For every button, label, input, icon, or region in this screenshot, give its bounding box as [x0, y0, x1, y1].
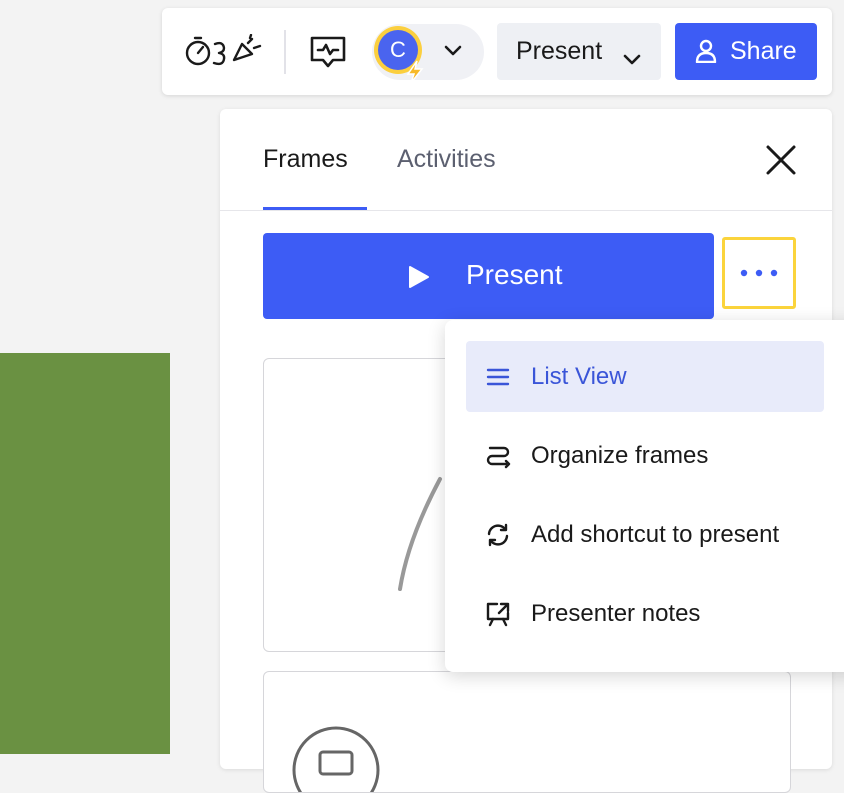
menu-item-organize-frames[interactable]: Organize frames [466, 420, 824, 491]
tab-activities[interactable]: Activities [397, 145, 496, 174]
menu-item-label: Organize frames [531, 442, 709, 469]
menu-item-label: List View [531, 363, 627, 390]
organize-icon [484, 442, 512, 470]
tabs-divider [220, 210, 832, 211]
present-dropdown-label: Present [516, 37, 603, 65]
more-options-button[interactable] [722, 237, 796, 309]
menu-item-list-view[interactable]: List View [466, 341, 824, 412]
share-button[interactable]: Share [675, 23, 817, 80]
play-icon [408, 264, 430, 288]
chevron-down-icon [623, 45, 641, 65]
menu-item-label: Presenter notes [531, 600, 701, 627]
tab-frames[interactable]: Frames [263, 145, 348, 174]
person-icon [695, 39, 717, 64]
lightning-icon [404, 60, 426, 84]
menu-item-label: Add shortcut to present [531, 521, 780, 548]
more-options-menu: List View Organize frames Add shortcut t… [445, 320, 844, 672]
list-icon [484, 363, 512, 391]
reactions-icon[interactable] [184, 33, 266, 68]
top-toolbar: C Present Share [162, 8, 832, 95]
user-menu[interactable]: C [372, 24, 484, 84]
close-icon[interactable] [765, 144, 797, 176]
present-dropdown[interactable]: Present [497, 23, 661, 80]
frame-thumbnail[interactable] [263, 671, 791, 793]
shortcut-icon [484, 521, 512, 549]
activity-chart-icon[interactable] [308, 34, 348, 70]
share-label: Share [730, 37, 797, 65]
menu-item-add-shortcut[interactable]: Add shortcut to present [466, 499, 824, 570]
menu-item-presenter-notes[interactable]: Presenter notes [466, 578, 824, 649]
present-button[interactable]: Present [263, 233, 714, 319]
presenter-notes-icon [484, 600, 512, 628]
canvas-shape[interactable] [0, 353, 170, 754]
chevron-down-icon[interactable] [444, 44, 462, 58]
more-dots-icon [740, 264, 778, 282]
present-button-label: Present [466, 259, 563, 290]
toolbar-divider [284, 30, 286, 74]
frame-thumbnail-drawing [292, 726, 380, 792]
